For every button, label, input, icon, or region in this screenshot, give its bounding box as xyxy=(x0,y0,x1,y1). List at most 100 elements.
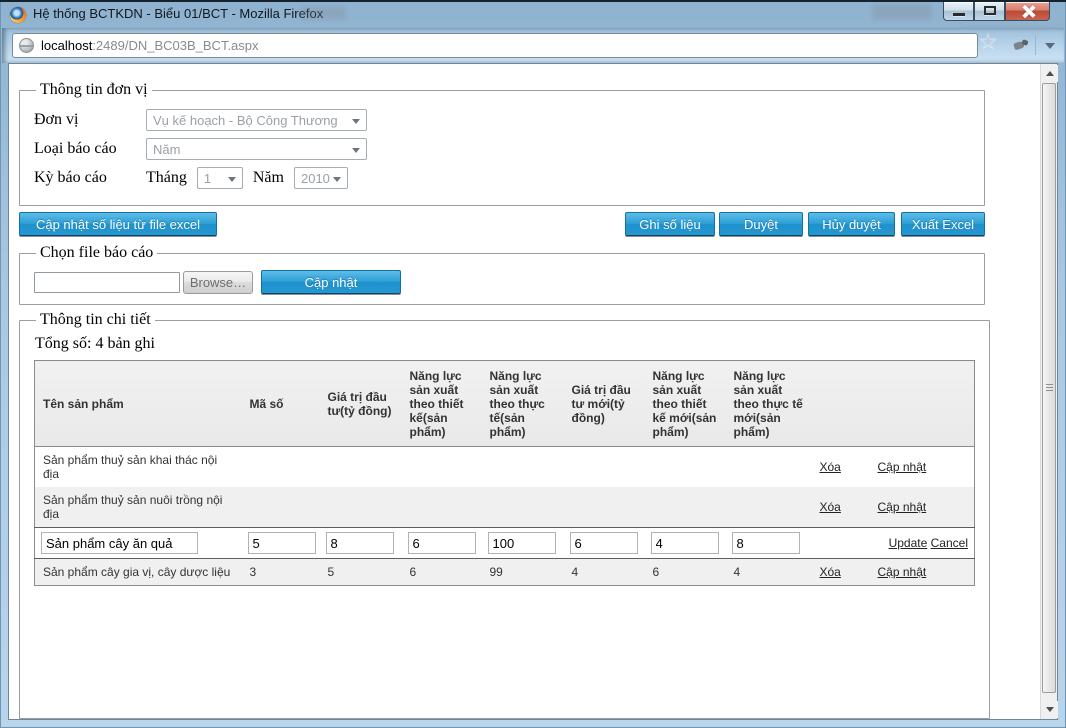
firefox-icon xyxy=(10,7,26,23)
window-controls xyxy=(943,2,1050,21)
file-path-input[interactable] xyxy=(34,271,180,293)
update-link[interactable]: Cập nhật xyxy=(878,500,927,514)
detail-fieldset-legend: Thông tin chi tiết xyxy=(40,311,151,328)
url-path: :2489/DN_BC03B_BCT.aspx xyxy=(92,38,259,53)
cell-value xyxy=(563,487,645,528)
vertical-scrollbar[interactable] xyxy=(1040,64,1058,719)
col-header-new-capacity-actual: Năng lực sản xuất theo thực tế mới(sản p… xyxy=(725,360,812,447)
cell-value xyxy=(481,487,564,528)
detail-table: Tên sản phẩm Mã số Giá trị đầu tư(tỷ đồn… xyxy=(34,360,975,586)
page-content: Thông tin đơn vị Đơn vị Vụ kế hoạch - Bộ… xyxy=(8,63,1058,720)
site-identity-globe-icon[interactable] xyxy=(19,38,34,53)
background-window-artifact xyxy=(872,4,932,20)
cell-value: 5 xyxy=(319,558,402,586)
cell-product-name: Sản phẩm cây gia vị, cây dược liệu xyxy=(34,558,242,586)
month-select-value: 1 xyxy=(203,170,212,186)
update-link[interactable]: Cập nhật xyxy=(878,460,927,474)
scroll-down-button[interactable] xyxy=(1041,701,1058,718)
cell-value xyxy=(402,447,482,488)
cell-product-name: Sản phẩm thuỷ sản nuôi trồng nội địa xyxy=(34,487,242,528)
cell-value xyxy=(645,447,726,488)
report-type-select-value: Năm xyxy=(153,141,181,157)
edit-new-capacity-design-input[interactable] xyxy=(650,532,719,554)
col-header-new-investment: Giá trị đầu tư mới(tỷ đồng) xyxy=(563,360,645,447)
background-window-artifact xyxy=(300,7,346,20)
titlebar[interactable]: Hệ thống BCTKDN - Biểu 01/BCT - Mozilla … xyxy=(0,2,1066,36)
edit-new-capacity-actual-input[interactable] xyxy=(731,532,800,554)
col-header-capacity-design: Năng lực sản xuất theo thiết kế(sản phẩm… xyxy=(401,360,482,447)
month-label: Tháng xyxy=(146,169,187,186)
cell-value xyxy=(482,447,564,488)
delete-link[interactable]: Xóa xyxy=(820,460,841,474)
browse-button[interactable]: Browse… xyxy=(183,270,253,294)
scrollbar-grip-icon xyxy=(1046,384,1053,392)
report-type-select[interactable]: Năm xyxy=(146,138,367,160)
cell-value xyxy=(241,487,320,528)
edit-capacity-design-input[interactable] xyxy=(407,532,476,554)
year-select-value: 2010 xyxy=(300,170,330,186)
scrollbar-thumb[interactable] xyxy=(1042,83,1056,693)
bookmark-star-icon[interactable]: ☆ xyxy=(978,29,998,54)
action-toolbar: Cập nhật số liệu từ file excel Ghi số li… xyxy=(19,212,985,236)
url-bar[interactable]: localhost:2489/DN_BC03B_BCT.aspx xyxy=(12,33,978,58)
edit-product-name-input[interactable] xyxy=(41,532,198,554)
cell-value: 99 xyxy=(481,558,564,586)
col-header-delete xyxy=(811,360,870,447)
cancel-link[interactable]: Cancel xyxy=(931,536,968,550)
year-label: Năm xyxy=(252,169,284,186)
detail-fieldset: Thông tin chi tiết Tổng số: 4 bản ghi Tê… xyxy=(19,311,990,719)
close-button[interactable] xyxy=(1005,2,1050,21)
approve-button[interactable]: Duyệt xyxy=(719,212,803,236)
col-header-capacity-actual: Năng lực sản xuất theo thực tế(sản phẩm) xyxy=(481,360,564,447)
delete-link[interactable]: Xóa xyxy=(820,565,841,579)
maximize-button[interactable] xyxy=(974,2,1005,21)
month-select[interactable]: 1 xyxy=(196,167,243,189)
maximize-icon xyxy=(984,6,996,15)
report-type-label: Loại báo cáo xyxy=(34,140,117,157)
web-page: Thông tin đơn vị Đơn vị Vụ kế hoạch - Bộ… xyxy=(9,64,1040,719)
cell-value xyxy=(319,487,402,528)
unapprove-button[interactable]: Hủy duyệt xyxy=(808,212,895,236)
period-label: Kỳ báo cáo xyxy=(34,169,107,186)
total-records-label: Tổng số: 4 bản ghi xyxy=(35,335,155,352)
col-header-update xyxy=(869,360,975,447)
page-action-icon[interactable] xyxy=(1014,40,1028,50)
update-from-excel-button[interactable]: Cập nhật số liệu từ file excel xyxy=(19,212,217,236)
cell-value xyxy=(644,487,726,528)
navigation-bar: localhost:2489/DN_BC03B_BCT.aspx ☆ xyxy=(2,28,1064,63)
edit-new-investment-input[interactable] xyxy=(569,532,638,554)
save-data-button[interactable]: Ghi số liệu xyxy=(625,212,715,236)
unit-select-value: Vụ kế hoạch - Bộ Công Thương xyxy=(153,112,338,128)
col-header-code: Mã số xyxy=(241,360,320,447)
edit-investment-input[interactable] xyxy=(325,532,394,554)
cell-value: 3 xyxy=(241,558,320,586)
cell-value: 4 xyxy=(563,558,645,586)
year-select[interactable]: 2010 xyxy=(293,167,348,189)
table-header-row: Tên sản phẩm Mã số Giá trị đầu tư(tỷ đồn… xyxy=(34,360,975,447)
minimize-button[interactable] xyxy=(943,2,974,21)
scroll-up-icon xyxy=(1045,71,1054,76)
minimize-icon xyxy=(953,13,965,16)
update-confirm-link[interactable]: Update xyxy=(889,536,928,550)
window-title: Hệ thống BCTKDN - Biểu 01/BCT - Mozilla … xyxy=(33,6,324,21)
edit-capacity-actual-input[interactable] xyxy=(487,532,556,554)
file-update-button[interactable]: Cập nhật xyxy=(261,270,401,294)
table-row: Sản phẩm thuỷ sản khai thác nội địa Xóa … xyxy=(35,447,975,488)
col-header-investment: Giá trị đầu tư(tỷ đồng) xyxy=(319,360,402,447)
delete-link[interactable]: Xóa xyxy=(820,500,841,514)
update-link[interactable]: Cập nhật xyxy=(878,565,927,579)
edit-code-input[interactable] xyxy=(247,532,316,554)
file-fieldset: Chọn file báo cáo Browse… Cập nhật xyxy=(19,244,985,305)
scroll-up-button[interactable] xyxy=(1041,65,1058,82)
cell-value xyxy=(401,487,482,528)
scroll-down-icon xyxy=(1045,707,1054,712)
cell-product-name: Sản phẩm thuỷ sản khai thác nội địa xyxy=(43,453,218,481)
unit-label: Đơn vị xyxy=(34,111,79,128)
col-header-product-name: Tên sản phẩm xyxy=(34,360,242,447)
export-excel-button[interactable]: Xuất Excel xyxy=(901,212,985,236)
browser-window: Hệ thống BCTKDN - Biểu 01/BCT - Mozilla … xyxy=(0,0,1066,728)
unit-select[interactable]: Vụ kế hoạch - Bộ Công Thương xyxy=(146,109,367,131)
table-edit-row: Update Cancel xyxy=(34,527,975,559)
url-history-dropdown-icon[interactable] xyxy=(1045,43,1055,49)
unit-info-legend: Thông tin đơn vị xyxy=(40,81,148,98)
